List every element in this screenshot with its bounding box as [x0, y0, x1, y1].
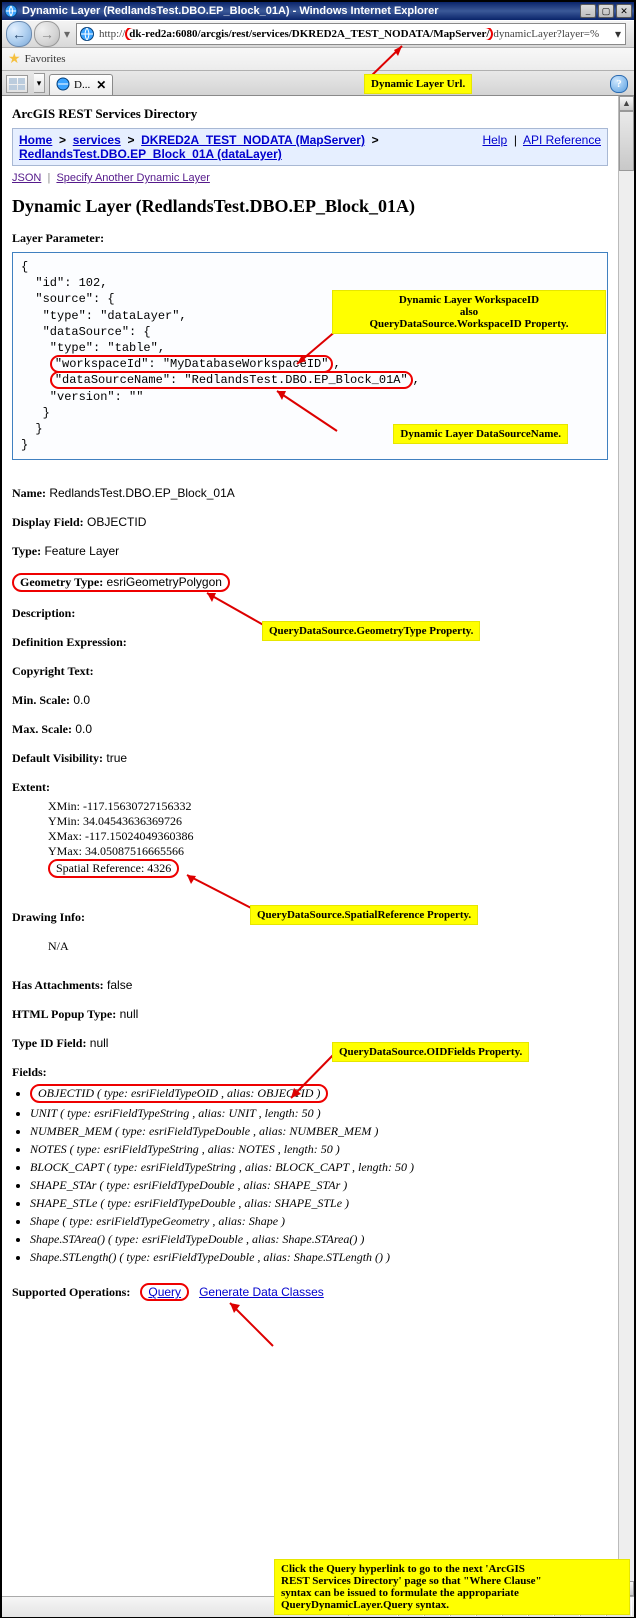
- scroll-thumb[interactable]: [619, 111, 634, 171]
- field-shape-starea: Shape.STArea() ( type: esriFieldTypeDoub…: [30, 1232, 608, 1247]
- field-notes: NOTES ( type: esriFieldTypeString , alia…: [30, 1142, 608, 1157]
- tab-label: D...: [74, 79, 90, 91]
- tabstrip: ▾ D... ✕ ?: [2, 71, 634, 96]
- field-number-mem: NUMBER_MEM ( type: esriFieldTypeDouble ,…: [30, 1124, 608, 1139]
- generate-data-classes-link[interactable]: Generate Data Classes: [199, 1285, 324, 1299]
- field-shape-star: SHAPE_STAr ( type: esriFieldTypeDouble ,…: [30, 1178, 608, 1193]
- drawing-info-value: N/A: [48, 939, 608, 954]
- type-label: Type:: [12, 544, 41, 558]
- html-popup-value: null: [120, 1007, 139, 1021]
- json-link[interactable]: JSON: [12, 172, 41, 184]
- tab-dynamic-layer[interactable]: D... ✕: [49, 74, 113, 95]
- fields-label: Fields:: [12, 1065, 47, 1079]
- fields-list: OBJECTID ( type: esriFieldTypeOID , alia…: [30, 1084, 608, 1265]
- forward-button[interactable]: →: [34, 21, 60, 47]
- back-button[interactable]: ←: [6, 21, 32, 47]
- extent-ymin: YMin: 34.04543636369726: [48, 814, 608, 829]
- html-popup-label: HTML Popup Type:: [12, 1007, 116, 1021]
- extent-xmax: XMax: -117.15024049360386: [48, 829, 608, 844]
- annotation-geometrytype: QueryDataSource.GeometryType Property.: [262, 621, 480, 641]
- typeid-field-label: Type ID Field:: [12, 1036, 86, 1050]
- minscale-value: 0.0: [73, 693, 90, 707]
- extent-ymax: YMax: 34.05087516665566: [48, 844, 608, 859]
- field-objectid: OBJECTID ( type: esriFieldTypeOID , alia…: [30, 1084, 608, 1103]
- window-title: Dynamic Layer (RedlandsTest.DBO.EP_Block…: [22, 5, 578, 17]
- breadcrumb-box: Home > services > DKRED2A_TEST_NODATA (M…: [12, 128, 608, 166]
- layer-parameter-label: Layer Parameter:: [12, 231, 608, 246]
- quicktabs-dropdown[interactable]: ▾: [34, 73, 45, 93]
- display-field-label: Display Field:: [12, 515, 84, 529]
- minimize-button[interactable]: _: [580, 4, 596, 18]
- definition-expression-label: Definition Expression:: [12, 635, 127, 649]
- maxscale-value: 0.0: [75, 722, 92, 736]
- name-value: RedlandsTest.DBO.EP_Block_01A: [49, 486, 234, 500]
- api-ref-link[interactable]: API Reference: [523, 133, 601, 147]
- page-content: ArcGIS REST Services Directory Home > se…: [2, 96, 618, 1596]
- help-link[interactable]: Help: [482, 133, 507, 147]
- annotation-workspaceid: Dynamic Layer WorkspaceID also QueryData…: [332, 290, 606, 334]
- field-shape-stle: SHAPE_STLe ( type: esriFieldTypeDouble ,…: [30, 1196, 608, 1211]
- quicktabs-button[interactable]: [6, 75, 28, 93]
- page-heading: Dynamic Layer (RedlandsTest.DBO.EP_Block…: [12, 196, 608, 217]
- ie-icon: [4, 4, 18, 18]
- annotation-query: Click the Query hyperlink to go to the n…: [274, 1559, 630, 1615]
- favorites-label[interactable]: Favorites: [25, 53, 66, 65]
- default-visibility-label: Default Visibility:: [12, 751, 103, 765]
- close-window-button[interactable]: ✕: [616, 4, 632, 18]
- address-text[interactable]: http://dk-red2a:6080/arcgis/rest/service…: [97, 28, 611, 40]
- name-label: Name:: [12, 486, 46, 500]
- breadcrumb-mapserver[interactable]: DKRED2A_TEST_NODATA (MapServer): [141, 133, 365, 147]
- tab-close-icon[interactable]: ✕: [96, 78, 106, 92]
- specify-another-link[interactable]: Specify Another Dynamic Layer: [56, 172, 209, 184]
- address-dropdown[interactable]: ▾: [611, 27, 625, 41]
- supported-operations-label: Supported Operations:: [12, 1285, 130, 1299]
- favorites-star-icon[interactable]: ★: [8, 51, 21, 68]
- has-attachments-label: Has Attachments:: [12, 978, 104, 992]
- display-field-value: OBJECTID: [87, 515, 146, 529]
- datasourcename-highlight: "dataSourceName": "RedlandsTest.DBO.EP_B…: [50, 371, 413, 389]
- directory-title: ArcGIS REST Services Directory: [12, 102, 608, 128]
- geometry-type-highlight: Geometry Type: esriGeometryPolygon: [12, 573, 230, 592]
- annotation-datasourcename: Dynamic Layer DataSourceName.: [393, 424, 568, 444]
- favorites-bar: ★ Favorites: [2, 48, 634, 71]
- field-block-capt: BLOCK_CAPT ( type: esriFieldTypeString ,…: [30, 1160, 608, 1175]
- annotation-spatialreference: QueryDataSource.SpatialReference Propert…: [250, 905, 478, 925]
- breadcrumb-home[interactable]: Home: [19, 133, 52, 147]
- browser-navbar: ← → ▾ http://dk-red2a:6080/arcgis/rest/s…: [2, 20, 634, 48]
- maximize-button[interactable]: ▢: [598, 4, 614, 18]
- scroll-up-button[interactable]: ▲: [619, 96, 634, 111]
- field-shape-stlength: Shape.STLength() ( type: esriFieldTypeDo…: [30, 1250, 608, 1265]
- nav-history-dropdown[interactable]: ▾: [62, 27, 72, 41]
- page-icon: [79, 26, 95, 42]
- description-label: Description:: [12, 606, 75, 620]
- minscale-label: Min. Scale:: [12, 693, 70, 707]
- typeid-field-value: null: [90, 1036, 109, 1050]
- type-value: Feature Layer: [44, 544, 119, 558]
- window-titlebar: Dynamic Layer (RedlandsTest.DBO.EP_Block…: [2, 2, 634, 20]
- breadcrumb-layer[interactable]: RedlandsTest.DBO.EP_Block_01A (dataLayer…: [19, 147, 282, 161]
- extent-xmin: XMin: -117.15630727156332: [48, 799, 608, 814]
- copyright-label: Copyright Text:: [12, 664, 94, 678]
- url-highlighted: dk-red2a:6080/arcgis/rest/services/DKRED…: [125, 28, 493, 40]
- field-unit: UNIT ( type: esriFieldTypeString , alias…: [30, 1106, 608, 1121]
- help-button[interactable]: ?: [610, 75, 628, 93]
- vertical-scrollbar[interactable]: ▲ ▼: [618, 96, 634, 1596]
- query-link[interactable]: Query: [140, 1283, 189, 1301]
- default-visibility-value: true: [106, 751, 127, 765]
- tab-page-icon: [56, 77, 70, 94]
- annotation-oidfields: QueryDataSource.OIDFields Property.: [332, 1042, 529, 1062]
- field-shape: Shape ( type: esriFieldTypeGeometry , al…: [30, 1214, 608, 1229]
- breadcrumb-services[interactable]: services: [73, 133, 121, 147]
- spatial-reference-highlight: Spatial Reference: 4326: [48, 859, 179, 878]
- drawing-info-label: Drawing Info:: [12, 910, 85, 924]
- address-bar[interactable]: http://dk-red2a:6080/arcgis/rest/service…: [76, 23, 626, 45]
- maxscale-label: Max. Scale:: [12, 722, 72, 736]
- has-attachments-value: false: [107, 978, 132, 992]
- extent-label: Extent:: [12, 780, 50, 794]
- annotation-url: Dynamic Layer Url.: [364, 74, 472, 94]
